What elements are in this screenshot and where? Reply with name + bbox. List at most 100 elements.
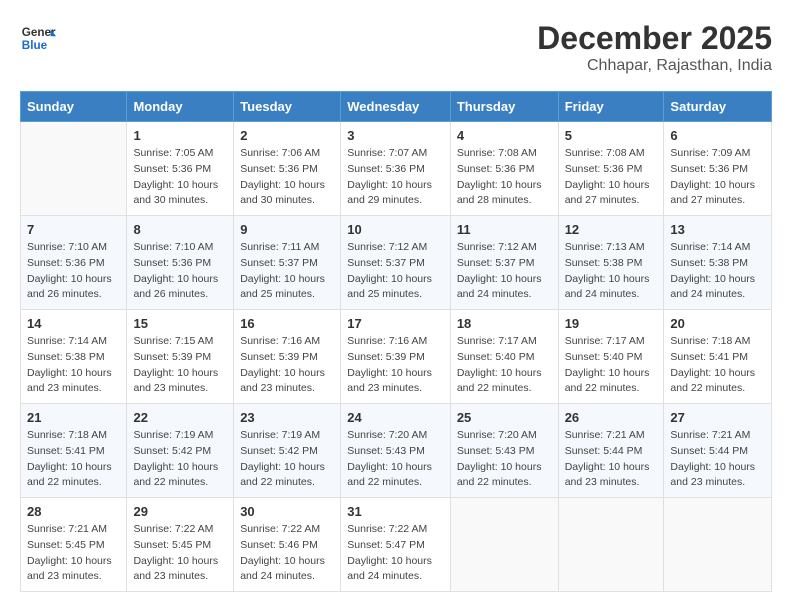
calendar-cell: 5 Sunrise: 7:08 AMSunset: 5:36 PMDaylight… [558, 122, 664, 216]
day-number: 9 [240, 222, 334, 237]
location: Chhapar, Rajasthan, India [537, 57, 772, 75]
day-number: 13 [670, 222, 765, 237]
day-info: Sunrise: 7:18 AMSunset: 5:41 PMDaylight:… [27, 428, 120, 491]
logo-icon: General Blue [20, 20, 56, 56]
day-number: 6 [670, 128, 765, 143]
weekday-header: Monday [127, 92, 234, 122]
day-info: Sunrise: 7:08 AMSunset: 5:36 PMDaylight:… [457, 146, 552, 209]
day-info: Sunrise: 7:14 AMSunset: 5:38 PMDaylight:… [27, 334, 120, 397]
calendar-cell: 20Sunrise: 7:18 AMSunset: 5:41 PMDayligh… [664, 310, 772, 404]
weekday-header: Friday [558, 92, 664, 122]
day-number: 8 [133, 222, 227, 237]
calendar-cell: 26Sunrise: 7:21 AMSunset: 5:44 PMDayligh… [558, 404, 664, 498]
calendar-cell: 24 Sunrise: 7:20 AMSunset: 5:43 PMDayligh… [341, 404, 451, 498]
day-info: Sunrise: 7:20 AMSunset: 5:43 PMDaylight:… [347, 428, 444, 491]
day-info: Sunrise: 7:20 AMSunset: 5:43 PMDaylight:… [457, 428, 552, 491]
day-info: Sunrise: 7:05 AMSunset: 5:36 PMDaylight:… [133, 146, 227, 209]
weekday-header: Tuesday [234, 92, 341, 122]
day-info: Sunrise: 7:15 AMSunset: 5:39 PMDaylight:… [133, 334, 227, 397]
calendar-cell: 11 Sunrise: 7:12 AMSunset: 5:37 PMDayligh… [450, 216, 558, 310]
day-number: 24 [347, 410, 444, 425]
calendar-cell: 27 Sunrise: 7:21 AMSunset: 5:44 PMDayligh… [664, 404, 772, 498]
calendar-cell: 25 Sunrise: 7:20 AMSunset: 5:43 PMDayligh… [450, 404, 558, 498]
calendar-cell: 8 Sunrise: 7:10 AMSunset: 5:36 PMDaylight… [127, 216, 234, 310]
day-number: 16 [240, 316, 334, 331]
day-number: 22 [133, 410, 227, 425]
day-number: 25 [457, 410, 552, 425]
calendar-week-row: 28 Sunrise: 7:21 AMSunset: 5:45 PMDayligh… [21, 498, 772, 592]
day-number: 31 [347, 504, 444, 519]
title-block: December 2025 Chhapar, Rajasthan, India [537, 20, 772, 75]
day-info: Sunrise: 7:17 AMSunset: 5:40 PMDaylight:… [565, 334, 658, 397]
day-info: Sunrise: 7:16 AMSunset: 5:39 PMDaylight:… [347, 334, 444, 397]
day-info: Sunrise: 7:12 AMSunset: 5:37 PMDaylight:… [457, 240, 552, 303]
calendar-cell: 4 Sunrise: 7:08 AMSunset: 5:36 PMDaylight… [450, 122, 558, 216]
calendar-cell: 31 Sunrise: 7:22 AMSunset: 5:47 PMDayligh… [341, 498, 451, 592]
calendar-cell: 23Sunrise: 7:19 AMSunset: 5:42 PMDayligh… [234, 404, 341, 498]
calendar-week-row: 21 Sunrise: 7:18 AMSunset: 5:41 PMDayligh… [21, 404, 772, 498]
day-info: Sunrise: 7:21 AMSunset: 5:44 PMDaylight:… [670, 428, 765, 491]
day-number: 11 [457, 222, 552, 237]
day-info: Sunrise: 7:06 AMSunset: 5:36 PMDaylight:… [240, 146, 334, 209]
calendar-cell: 6Sunrise: 7:09 AMSunset: 5:36 PMDaylight… [664, 122, 772, 216]
calendar-header: SundayMondayTuesdayWednesdayThursdayFrid… [21, 92, 772, 122]
day-number: 23 [240, 410, 334, 425]
day-number: 2 [240, 128, 334, 143]
logo: General Blue [20, 20, 56, 56]
day-info: Sunrise: 7:12 AMSunset: 5:37 PMDaylight:… [347, 240, 444, 303]
day-number: 17 [347, 316, 444, 331]
calendar-cell: 30Sunrise: 7:22 AMSunset: 5:46 PMDayligh… [234, 498, 341, 592]
day-number: 29 [133, 504, 227, 519]
weekday-header: Thursday [450, 92, 558, 122]
calendar-week-row: 1 Sunrise: 7:05 AMSunset: 5:36 PMDaylight… [21, 122, 772, 216]
calendar-cell: 29 Sunrise: 7:22 AMSunset: 5:45 PMDayligh… [127, 498, 234, 592]
day-info: Sunrise: 7:16 AMSunset: 5:39 PMDaylight:… [240, 334, 334, 397]
day-info: Sunrise: 7:11 AMSunset: 5:37 PMDaylight:… [240, 240, 334, 303]
day-info: Sunrise: 7:14 AMSunset: 5:38 PMDaylight:… [670, 240, 765, 303]
day-info: Sunrise: 7:22 AMSunset: 5:47 PMDaylight:… [347, 522, 444, 585]
calendar-cell: 3Sunrise: 7:07 AMSunset: 5:36 PMDaylight… [341, 122, 451, 216]
day-number: 15 [133, 316, 227, 331]
calendar-cell: 17 Sunrise: 7:16 AMSunset: 5:39 PMDayligh… [341, 310, 451, 404]
calendar-cell [21, 122, 127, 216]
calendar-cell: 16 Sunrise: 7:16 AMSunset: 5:39 PMDayligh… [234, 310, 341, 404]
calendar-table: SundayMondayTuesdayWednesdayThursdayFrid… [20, 91, 772, 592]
calendar-cell [450, 498, 558, 592]
day-number: 21 [27, 410, 120, 425]
calendar-cell: 12Sunrise: 7:13 AMSunset: 5:38 PMDayligh… [558, 216, 664, 310]
day-number: 28 [27, 504, 120, 519]
calendar-cell: 1 Sunrise: 7:05 AMSunset: 5:36 PMDaylight… [127, 122, 234, 216]
day-number: 4 [457, 128, 552, 143]
day-number: 3 [347, 128, 444, 143]
day-number: 5 [565, 128, 658, 143]
calendar-cell: 15 Sunrise: 7:15 AMSunset: 5:39 PMDayligh… [127, 310, 234, 404]
calendar-cell [664, 498, 772, 592]
calendar-cell: 22 Sunrise: 7:19 AMSunset: 5:42 PMDayligh… [127, 404, 234, 498]
day-number: 1 [133, 128, 227, 143]
day-info: Sunrise: 7:13 AMSunset: 5:38 PMDaylight:… [565, 240, 658, 303]
calendar-cell: 19 Sunrise: 7:17 AMSunset: 5:40 PMDayligh… [558, 310, 664, 404]
calendar-week-row: 14 Sunrise: 7:14 AMSunset: 5:38 PMDayligh… [21, 310, 772, 404]
calendar-cell: 2 Sunrise: 7:06 AMSunset: 5:36 PMDaylight… [234, 122, 341, 216]
calendar-week-row: 7 Sunrise: 7:10 AMSunset: 5:36 PMDaylight… [21, 216, 772, 310]
day-number: 27 [670, 410, 765, 425]
page-header: General Blue December 2025 Chhapar, Raja… [20, 20, 772, 75]
day-info: Sunrise: 7:10 AMSunset: 5:36 PMDaylight:… [133, 240, 227, 303]
day-info: Sunrise: 7:10 AMSunset: 5:36 PMDaylight:… [27, 240, 120, 303]
day-info: Sunrise: 7:21 AMSunset: 5:45 PMDaylight:… [27, 522, 120, 585]
calendar-cell: 28 Sunrise: 7:21 AMSunset: 5:45 PMDayligh… [21, 498, 127, 592]
calendar-cell [558, 498, 664, 592]
day-number: 18 [457, 316, 552, 331]
calendar-cell: 13 Sunrise: 7:14 AMSunset: 5:38 PMDayligh… [664, 216, 772, 310]
calendar-cell: 9 Sunrise: 7:11 AMSunset: 5:37 PMDaylight… [234, 216, 341, 310]
calendar-cell: 7 Sunrise: 7:10 AMSunset: 5:36 PMDaylight… [21, 216, 127, 310]
day-info: Sunrise: 7:08 AMSunset: 5:36 PMDaylight:… [565, 146, 658, 209]
day-info: Sunrise: 7:22 AMSunset: 5:45 PMDaylight:… [133, 522, 227, 585]
day-info: Sunrise: 7:18 AMSunset: 5:41 PMDaylight:… [670, 334, 765, 397]
day-number: 14 [27, 316, 120, 331]
calendar-cell: 10Sunrise: 7:12 AMSunset: 5:37 PMDayligh… [341, 216, 451, 310]
day-number: 19 [565, 316, 658, 331]
day-info: Sunrise: 7:19 AMSunset: 5:42 PMDaylight:… [133, 428, 227, 491]
calendar-cell: 21 Sunrise: 7:18 AMSunset: 5:41 PMDayligh… [21, 404, 127, 498]
day-number: 7 [27, 222, 120, 237]
